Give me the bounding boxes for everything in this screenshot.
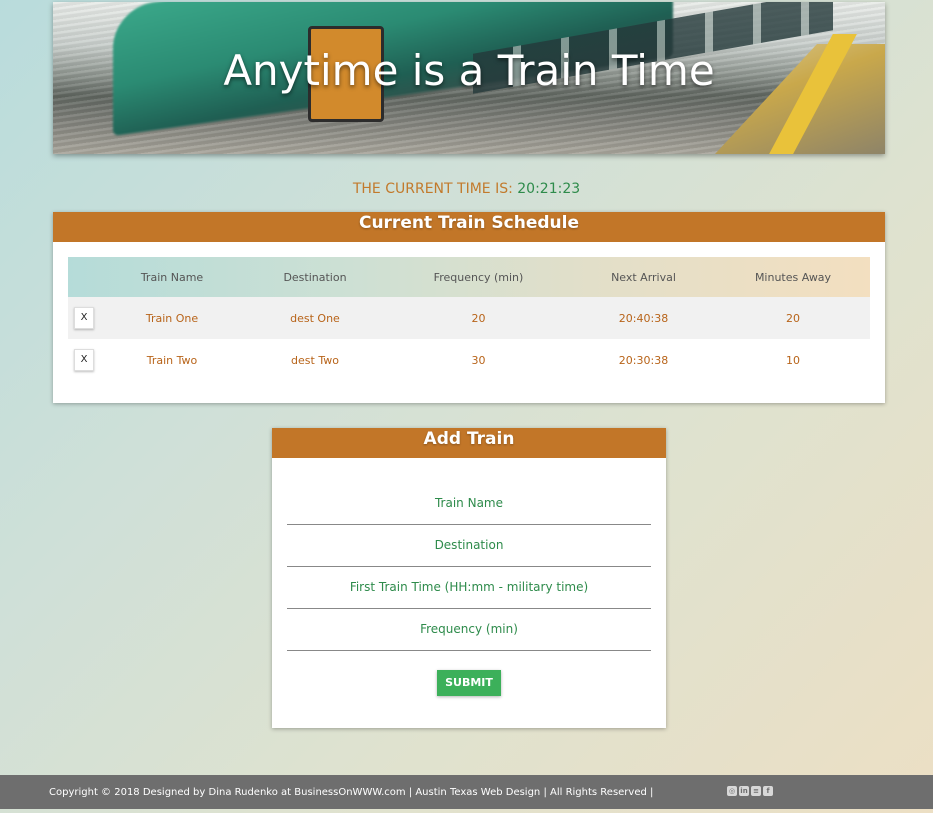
minutes-away-cell: 20 — [786, 311, 800, 325]
first-train-time-input[interactable] — [287, 594, 651, 608]
destination-field: Destination — [287, 538, 651, 567]
column-header-frequency: Frequency (min) — [433, 270, 524, 284]
next-arrival-cell: 20:40:38 — [618, 311, 669, 325]
destination-cell: dest One — [290, 311, 340, 325]
current-time-value: 20:21:23 — [517, 181, 581, 197]
hero-banner: Anytime is a Train Time — [53, 2, 885, 154]
current-time: THE CURRENT TIME IS: 20:21:23 — [0, 181, 933, 197]
remove-train-button[interactable]: X — [74, 349, 94, 371]
instagram-icon[interactable]: ◎ — [727, 786, 737, 796]
table-header-row: Train Name Destination Frequency (min) N… — [68, 257, 870, 297]
table-row: X Train Two dest Two 30 20:30:38 10 — [68, 339, 870, 381]
column-header-minutes-away: Minutes Away — [754, 270, 832, 284]
train-name-cell: Train Two — [146, 353, 198, 367]
page-title: Anytime is a Train Time — [223, 46, 715, 95]
destination-label: Destination — [434, 538, 504, 552]
stackoverflow-icon[interactable]: ≡ — [751, 786, 761, 796]
footer: Copyright © 2018 Designed by Dina Rudenk… — [0, 775, 933, 809]
schedule-title: Current Train Schedule — [53, 212, 885, 242]
train-name-field: Train Name — [287, 496, 651, 525]
destination-input[interactable] — [287, 552, 651, 566]
column-header-destination: Destination — [283, 270, 347, 284]
frequency-input[interactable] — [287, 636, 651, 650]
submit-button[interactable]: SUBMIT — [437, 670, 501, 696]
column-header-next-arrival: Next Arrival — [611, 270, 676, 284]
train-name-input[interactable] — [287, 510, 651, 524]
facebook-icon[interactable]: f — [763, 786, 773, 796]
add-train-panel: Add Train Train Name Destination First T… — [272, 428, 666, 728]
frequency-field: Frequency (min) — [287, 622, 651, 651]
schedule-panel: Current Train Schedule Train Name Destin… — [53, 212, 885, 403]
remove-train-button[interactable]: X — [74, 307, 94, 329]
frequency-cell: 20 — [471, 311, 486, 325]
linkedin-icon[interactable]: in — [739, 786, 749, 796]
minutes-away-cell: 10 — [786, 353, 800, 367]
add-train-title: Add Train — [272, 428, 666, 458]
table-row: X Train One dest One 20 20:40:38 20 — [68, 297, 870, 339]
frequency-cell: 30 — [471, 353, 486, 367]
destination-cell: dest Two — [291, 353, 339, 367]
first-train-time-field: First Train Time (HH:mm - military time) — [287, 580, 651, 609]
footer-copyright: Copyright © 2018 Designed by Dina Rudenk… — [49, 787, 654, 798]
train-name-cell: Train One — [145, 311, 199, 325]
next-arrival-cell: 20:30:38 — [618, 353, 669, 367]
social-icons: ◎ in ≡ f — [727, 786, 773, 796]
train-name-label: Train Name — [434, 496, 503, 510]
first-train-time-label: First Train Time (HH:mm - military time) — [349, 580, 589, 594]
column-header-train-name: Train Name — [140, 270, 204, 284]
current-time-label: THE CURRENT TIME IS: — [352, 181, 513, 197]
column-header-remove — [68, 257, 100, 297]
frequency-label: Frequency (min) — [420, 622, 518, 636]
schedule-table: Train Name Destination Frequency (min) N… — [68, 257, 870, 381]
